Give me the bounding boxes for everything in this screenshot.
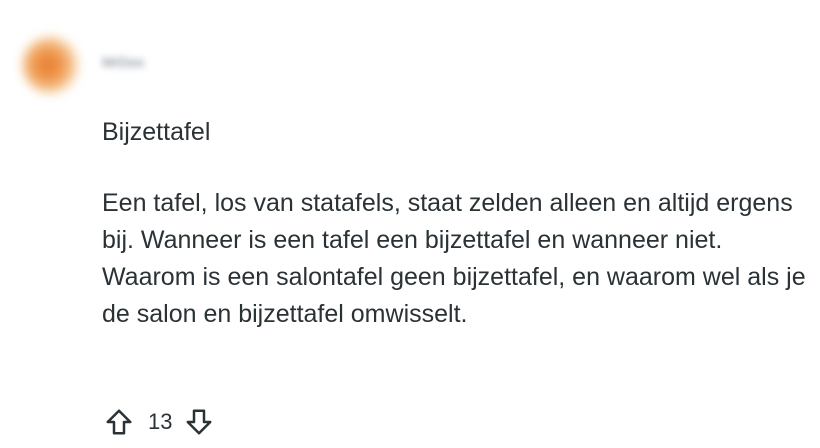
vote-bar: 13 [102,404,216,440]
downvote-arrow-icon [186,409,212,435]
comment-body: Een tafel, los van statafels, staat zeld… [102,189,806,328]
comment-title: Bijzettafel [102,118,211,146]
vote-score: 13 [148,409,173,434]
upvote-button[interactable] [102,405,136,439]
downvote-button[interactable] [182,405,216,439]
comment-card: MrDoo Bijzettafel Een tafel, los van sta… [0,0,820,448]
upvote-arrow-icon [106,409,132,435]
avatar[interactable] [22,36,80,94]
username[interactable]: MrDoo [102,54,144,70]
